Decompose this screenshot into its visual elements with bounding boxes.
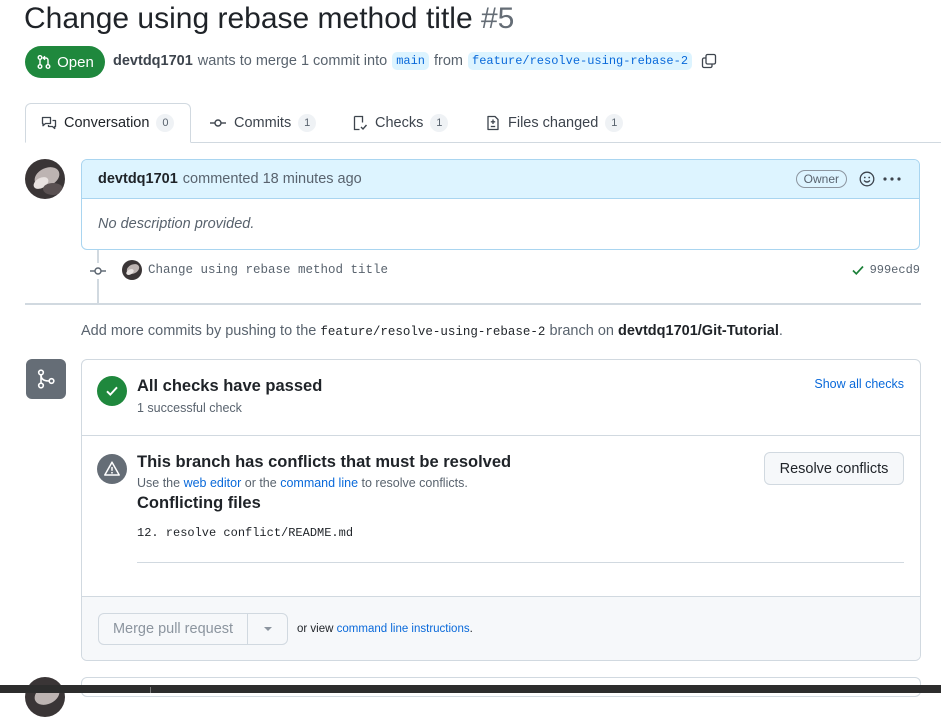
resolve-conflicts-button[interactable]: Resolve conflicts: [764, 452, 904, 485]
tab-label: Checks: [375, 115, 424, 131]
command-line-hint: or view command line instructions.: [297, 623, 473, 635]
triangle-down-icon: [263, 627, 272, 631]
checks-title: All checks have passed: [137, 377, 323, 395]
show-all-checks-link[interactable]: Show all checks: [814, 377, 904, 391]
tab-label: Conversation: [64, 115, 150, 131]
state-badge: Open: [25, 46, 105, 78]
git-pull-request-icon: [37, 55, 51, 69]
tab-counter: 0: [156, 114, 175, 132]
conflicts-help-text: to resolve conflicts.: [361, 476, 468, 490]
copy-icon[interactable]: [701, 53, 717, 69]
avatar[interactable]: [25, 677, 65, 717]
head-branch[interactable]: feature/resolve-using-rebase-2: [468, 52, 693, 70]
merge-pull-request-button[interactable]: Merge pull request: [99, 614, 248, 644]
comment-discussion-icon: [41, 116, 57, 130]
commit-sha-group: 999ecd9: [851, 263, 920, 277]
timeline-separator: [25, 303, 921, 305]
files-divider: [137, 562, 904, 563]
web-editor-link[interactable]: web editor: [184, 476, 242, 490]
file-diff-icon: [487, 115, 499, 131]
bottom-bar-divider: [150, 687, 151, 693]
merge-method-dropdown[interactable]: [248, 614, 287, 644]
period-text: .: [469, 623, 473, 635]
conflicts-help-text: or the: [244, 476, 277, 490]
commit-sha[interactable]: 999ecd9: [870, 263, 920, 277]
avatar-image: [122, 260, 142, 280]
from-text: from: [434, 53, 463, 69]
push-hint: Add more commits by pushing to the featu…: [81, 323, 783, 339]
merge-status-icon-box: [26, 359, 66, 399]
comment-body: No description provided.: [98, 216, 255, 232]
command-line-instructions-link[interactable]: command line instructions: [337, 623, 470, 635]
checks-passed-indicator: [97, 376, 127, 406]
bottom-bar: [0, 685, 941, 693]
comment-author[interactable]: devtdq1701: [98, 171, 178, 187]
pr-title-text: Change using rebase method title: [24, 2, 473, 35]
check-icon: [106, 386, 118, 396]
kebab-horizontal-icon[interactable]: [883, 177, 901, 181]
command-line-link[interactable]: command line: [280, 476, 358, 490]
avatar-image: [25, 159, 65, 199]
commit-message[interactable]: Change using rebase method title: [148, 263, 388, 277]
push-hint-middle: branch on: [549, 323, 614, 339]
pr-meta: devtdq1701 wants to merge 1 commit into …: [113, 52, 717, 70]
avatar[interactable]: [25, 159, 65, 199]
or-view-text: or view: [297, 623, 334, 635]
tab-label: Files changed: [508, 115, 599, 131]
tab-counter: 1: [430, 114, 449, 132]
tab-files-changed[interactable]: Files changed 1: [485, 103, 624, 143]
merge-footer: Merge pull request or view command line …: [82, 596, 920, 660]
git-commit-icon: [89, 263, 107, 279]
conflicts-help: Use the web editor or the command line t…: [137, 476, 468, 490]
push-hint-branch: feature/resolve-using-rebase-2: [320, 325, 546, 339]
commit-avatar[interactable]: [122, 260, 142, 280]
push-hint-repo[interactable]: devtdq1701/Git-Tutorial: [618, 323, 779, 339]
tab-checks[interactable]: Checks 1: [352, 103, 449, 143]
tab-conversation[interactable]: Conversation 0: [25, 103, 191, 143]
tab-commits[interactable]: Commits 1: [209, 103, 317, 143]
conflicts-title: This branch has conflicts that must be r…: [137, 453, 512, 471]
meta-text: wants to merge 1 commit into: [197, 53, 388, 69]
comment-timestamp[interactable]: commented 18 minutes ago: [183, 171, 362, 187]
comment-box: devtdq1701 commented 18 minutes ago Owne…: [81, 159, 920, 250]
tab-label: Commits: [234, 115, 292, 131]
merge-box: All checks have passed 1 successful chec…: [81, 359, 921, 661]
tab-counter: 1: [298, 114, 317, 132]
checklist-icon: [353, 115, 368, 131]
pr-title: Change using rebase method title #5: [24, 2, 514, 36]
smiley-icon[interactable]: [859, 171, 875, 187]
check-icon[interactable]: [851, 263, 865, 277]
git-commit-icon: [210, 119, 226, 127]
git-merge-icon: [37, 369, 55, 389]
avatar-image: [25, 677, 65, 717]
checks-subtitle: 1 successful check: [137, 401, 242, 415]
base-branch[interactable]: main: [392, 52, 429, 70]
push-hint-prefix: Add more commits by pushing to the: [81, 323, 317, 339]
conflicting-files-heading: Conflicting files: [137, 494, 261, 512]
pr-number: #5: [480, 2, 515, 35]
alert-icon: [104, 461, 120, 476]
conflicts-help-text: Use the: [137, 476, 181, 490]
author-link[interactable]: devtdq1701: [113, 53, 193, 69]
merge-divider: [82, 435, 920, 436]
conflicts-indicator: [97, 454, 127, 484]
comment-header: devtdq1701 commented 18 minutes ago Owne…: [82, 160, 919, 199]
state-label: Open: [57, 53, 94, 71]
conflicting-file: 12. resolve conflict/README.md: [137, 526, 354, 540]
push-hint-suffix: .: [778, 323, 783, 339]
owner-badge: Owner: [795, 170, 847, 188]
merge-button-group: Merge pull request: [98, 613, 288, 645]
tab-counter: 1: [605, 114, 624, 132]
